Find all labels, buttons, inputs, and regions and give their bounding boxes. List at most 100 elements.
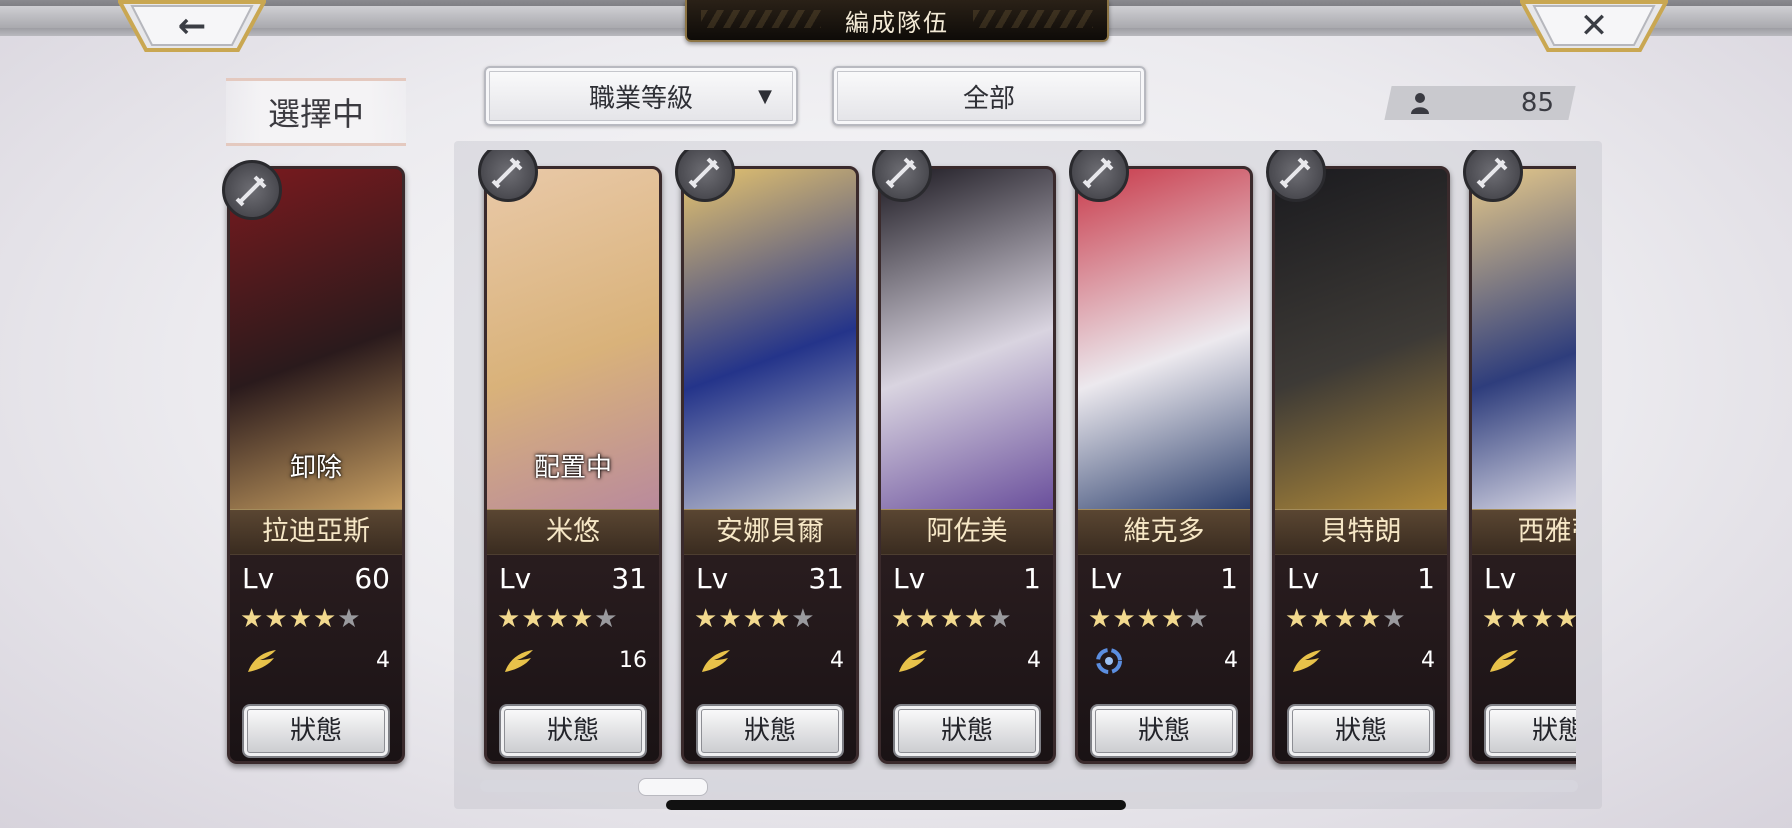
star-filled-icon: ★: [1309, 604, 1334, 634]
feather-icon: [248, 650, 276, 672]
filter-button[interactable]: 全部: [832, 66, 1146, 126]
character-stats: Lv 1 ★★★★★ 4 狀態: [1078, 554, 1250, 761]
character-stats: Lv 1 ★★★★★ 4 狀態: [1275, 554, 1447, 761]
roster-scrollbar-thumb[interactable]: [638, 778, 708, 796]
level-value: 1: [1417, 562, 1435, 595]
rarity-stars: ★★★★★: [1088, 604, 1210, 634]
roster-card[interactable]: 安娜貝爾 Lv 31 ★★★★★ 4 狀態: [681, 166, 859, 764]
star-filled-icon: ★: [1160, 604, 1186, 634]
affinity-value: 4: [376, 648, 390, 673]
star-filled-icon: ★: [288, 604, 313, 634]
affinity-value: 4: [1421, 648, 1435, 673]
star-empty-icon: ★: [337, 604, 362, 634]
star-empty-icon: ★: [988, 604, 1013, 634]
back-button[interactable]: ←: [116, 0, 268, 52]
character-name: 維克多: [1078, 509, 1250, 555]
level-value: 1: [1023, 562, 1041, 595]
katana-icon: [872, 150, 932, 202]
character-portrait: [1472, 169, 1576, 509]
level-label: Lv: [1287, 562, 1320, 595]
character-name: 西雅蒂: [1472, 509, 1576, 555]
unit-count: 85: [1520, 88, 1554, 118]
star-filled-icon: ★: [312, 604, 338, 634]
sort-label: 職業等級: [588, 83, 693, 114]
character-stats: Lv 31 ★★★★★ 16 狀態: [487, 554, 659, 761]
rarity-stars: ★★★★★: [497, 604, 619, 634]
roster-card[interactable]: 阿佐美 Lv 1 ★★★★★ 4 狀態: [878, 166, 1056, 764]
character-name: 米悠: [487, 509, 659, 555]
title-plate: 編成隊伍: [685, 0, 1109, 42]
sword-icon: [675, 150, 735, 202]
level-label: Lv: [893, 562, 926, 595]
swirl-icon: [1096, 648, 1122, 674]
star-filled-icon: ★: [545, 604, 570, 634]
status-button[interactable]: 狀態: [1090, 704, 1238, 758]
home-indicator: [666, 800, 1126, 810]
character-name: 拉迪亞斯: [230, 509, 402, 555]
star-filled-icon: ★: [497, 604, 522, 634]
star-filled-icon: ★: [963, 604, 989, 634]
feather-icon: [702, 650, 730, 672]
close-button[interactable]: ✕: [1518, 0, 1670, 52]
status-button[interactable]: 狀態: [696, 704, 844, 758]
star-filled-icon: ★: [742, 604, 767, 634]
affinity-value: 4: [1224, 648, 1238, 673]
arrow-left-icon: ←: [177, 6, 207, 46]
status-button[interactable]: 狀態: [1484, 704, 1576, 758]
filter-label: 全部: [962, 83, 1015, 114]
affinity-value: 16: [619, 648, 647, 673]
star-filled-icon: ★: [694, 604, 719, 634]
level-value: 1: [1220, 562, 1238, 595]
rarity-stars: ★★★★★: [240, 604, 362, 634]
feather-icon: [505, 650, 533, 672]
character-name: 安娜貝爾: [684, 509, 856, 555]
character-portrait: [684, 169, 856, 509]
character-stats: Lv ★★★★★ 狀態: [1472, 554, 1576, 761]
star-filled-icon: ★: [1530, 604, 1555, 634]
star-filled-icon: ★: [1482, 604, 1507, 634]
sword-icon: [478, 150, 538, 202]
character-name: 阿佐美: [881, 509, 1053, 555]
star-empty-icon: ★: [1185, 604, 1210, 634]
level-label: Lv: [242, 562, 275, 595]
star-filled-icon: ★: [1136, 604, 1161, 634]
star-filled-icon: ★: [1112, 604, 1137, 634]
star-empty-icon: ★: [791, 604, 816, 634]
bow-icon: [1463, 150, 1523, 202]
spear-icon: [1266, 150, 1326, 202]
card-overlay-text: 卸除: [289, 453, 342, 483]
star-filled-icon: ★: [766, 604, 792, 634]
character-stats: Lv 1 ★★★★★ 4 狀態: [881, 554, 1053, 761]
affinity-value: 4: [830, 648, 844, 673]
rarity-stars: ★★★★★: [694, 604, 816, 634]
roster-card[interactable]: 西雅蒂 Lv ★★★★★ 狀態: [1469, 166, 1576, 764]
roster-card[interactable]: 配置中 米悠 Lv 31 ★★★★★ 16 狀態: [484, 166, 662, 764]
roster-card[interactable]: 貝特朗 Lv 1 ★★★★★ 4 狀態: [1272, 166, 1450, 764]
selected-character-card[interactable]: 卸除 拉迪亞斯 Lv 60 ★★★★★ 4 狀態: [227, 166, 405, 764]
rarity-stars: ★★★★★: [1285, 604, 1407, 634]
star-filled-icon: ★: [521, 604, 546, 634]
status-button[interactable]: 狀態: [499, 704, 647, 758]
roster-card[interactable]: 維克多 Lv 1 ★★★★★ 4 狀態: [1075, 166, 1253, 764]
sort-dropdown[interactable]: 職業等級 ▼: [484, 66, 798, 126]
star-filled-icon: ★: [939, 604, 964, 634]
katana-icon: [1069, 150, 1129, 202]
star-empty-icon: ★: [1382, 604, 1407, 634]
character-name: 貝特朗: [1275, 509, 1447, 555]
card-overlay-text: 配置中: [533, 453, 612, 483]
status-button[interactable]: 狀態: [242, 704, 390, 758]
star-filled-icon: ★: [1088, 604, 1113, 634]
character-portrait: [1078, 169, 1250, 509]
feather-icon: [1490, 650, 1518, 672]
character-stats: Lv 31 ★★★★★ 4 狀態: [684, 554, 856, 761]
level-label: Lv: [499, 562, 532, 595]
character-stats: Lv 60 ★★★★★ 4 狀態: [230, 554, 402, 761]
star-filled-icon: ★: [1285, 604, 1310, 634]
status-button[interactable]: 狀態: [1287, 704, 1435, 758]
level-value: 31: [808, 562, 844, 595]
person-icon: [1411, 93, 1429, 114]
status-button[interactable]: 狀態: [893, 704, 1041, 758]
roster-list[interactable]: 配置中 米悠 Lv 31 ★★★★★ 16 狀態 安娜貝爾 Lv 31 ★★★★★ 4 狀態 阿佐美 Lv 1…: [478, 150, 1576, 770]
star-filled-icon: ★: [891, 604, 916, 634]
character-portrait: [881, 169, 1053, 509]
